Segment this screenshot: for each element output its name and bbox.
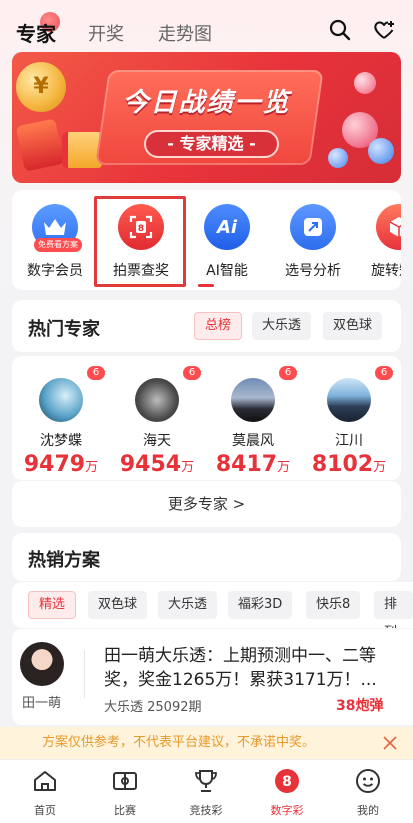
divider: [84, 650, 85, 698]
func-label: 数字会员: [27, 263, 83, 279]
highlight-box: [94, 196, 186, 287]
close-icon[interactable]: [382, 735, 398, 751]
avatar: 6: [327, 366, 393, 422]
section-title: 热门专家: [28, 319, 100, 340]
nav-label: 比赛: [114, 804, 136, 817]
ai-icon: Ai: [204, 204, 250, 250]
svg-text:8: 8: [282, 774, 292, 790]
banner-subtitle: - 专家精选 -: [144, 130, 279, 158]
level-badge: 6: [279, 366, 297, 380]
tab-experts[interactable]: 专家: [16, 18, 56, 47]
func-label: 选号分析: [285, 263, 341, 279]
expert-winnings: 8102万: [304, 452, 394, 477]
nav-label: 我的: [357, 804, 379, 817]
expert-value: 9454: [119, 452, 182, 477]
red-envelope-icon: [15, 118, 65, 172]
func-digital-member[interactable]: 免费看方案 数字会员: [12, 204, 98, 280]
level-badge: 6: [183, 366, 201, 380]
expert-name: 莫晨风: [232, 433, 274, 449]
filter-overall[interactable]: 总榜: [194, 312, 243, 340]
expert-value: 8102: [311, 452, 374, 477]
cube-icon: [376, 204, 401, 250]
expert-unit: 万: [277, 460, 291, 475]
filter-featured[interactable]: 精选: [28, 591, 77, 619]
promo-banner[interactable]: ¥ 今日战绩一览 - 专家精选 -: [12, 52, 401, 183]
scroll-indicator: [198, 284, 214, 287]
avatar: 6: [231, 366, 297, 422]
expert-card[interactable]: 6 莫晨风 8417万: [208, 366, 298, 477]
expert-unit: 万: [85, 460, 99, 475]
expert-card[interactable]: 6 江川 8102万: [304, 366, 394, 477]
heart-plus-icon[interactable]: [372, 18, 396, 42]
tab-draw-results[interactable]: 开奖: [88, 20, 124, 46]
more-experts-button[interactable]: 更多专家 >: [12, 481, 401, 527]
expert-name: 沈梦蝶: [40, 433, 82, 449]
plan-meta: 大乐透 25092期: [104, 700, 202, 715]
select-number-icon: [290, 204, 336, 250]
plan-filter-row: 精选 双色球 大乐透 福彩3D 快乐8 排列: [12, 582, 413, 628]
disclaimer-notice: 方案仅供参考，不代表平台建议，不承诺中奖。: [0, 727, 413, 759]
free-plan-badge: 免费看方案: [34, 238, 82, 252]
level-badge: 6: [375, 366, 393, 380]
level-badge: 6: [87, 366, 105, 380]
tab-trend-chart[interactable]: 走势图: [158, 20, 212, 46]
filter-happy-8[interactable]: 快乐8: [306, 591, 361, 619]
avatar: 6: [39, 366, 105, 422]
lottery-ball-icon: [328, 148, 348, 168]
func-label: 旋转矩阵: [371, 263, 401, 279]
avatar: [20, 642, 64, 686]
hot-plans-header: 热销方案: [12, 533, 401, 581]
expert-value: 8417: [215, 452, 278, 477]
filter-pailie[interactable]: 排列: [374, 591, 413, 628]
expert-winnings: 8417万: [208, 452, 298, 477]
filter-double-color-ball[interactable]: 双色球: [88, 591, 148, 619]
banner-title: 今日战绩一览: [122, 88, 291, 118]
hot-experts-list: 6 沈梦蝶 9479万 6 海天 9454万 6 莫晨风 8417万 6 江川 …: [12, 356, 401, 480]
notice-text: 方案仅供参考，不代表平台建议，不承诺中奖。: [42, 735, 316, 750]
top-nav: 专家 开奖 走势图: [0, 0, 413, 56]
expert-name: 海天: [143, 433, 171, 449]
expert-unit: 万: [181, 460, 195, 475]
filter-super-lotto[interactable]: 大乐透: [252, 312, 312, 340]
trophy-icon: [195, 770, 217, 792]
plan-title[interactable]: 田一萌大乐透：上期预测中一、二等奖，奖金1265万！累获3171万！...: [104, 644, 392, 692]
expert-card[interactable]: 6 海天 9454万: [112, 366, 202, 477]
filter-double-color-ball[interactable]: 双色球: [323, 312, 383, 340]
home-icon: [34, 771, 56, 791]
expert-winnings: 9479万: [16, 452, 106, 477]
lottery-ball-icon: [354, 72, 376, 94]
nav-sports-lottery[interactable]: 竞技彩: [171, 768, 241, 818]
func-ai[interactable]: Ai AI智能: [184, 204, 270, 280]
func-number-analysis[interactable]: 选号分析: [270, 204, 356, 280]
bottom-nav: 首页 比赛 竞技彩 8 数字彩 我的: [0, 759, 413, 823]
plan-price: 38炮弹: [336, 698, 384, 714]
section-title: 热销方案: [28, 550, 100, 571]
expert-winnings: 9454万: [112, 452, 202, 477]
plan-author: 田一萌: [22, 696, 62, 711]
expert-unit: 万: [373, 460, 387, 475]
nav-digital-lottery[interactable]: 8 数字彩: [252, 768, 322, 818]
nav-label: 数字彩: [270, 804, 304, 817]
match-icon: [113, 772, 137, 790]
search-icon[interactable]: [328, 18, 352, 42]
lottery-8-icon: 8: [275, 769, 299, 793]
filter-super-lotto[interactable]: 大乐透: [158, 591, 218, 619]
nav-profile[interactable]: 我的: [333, 768, 403, 818]
avatar: 6: [135, 366, 201, 422]
func-label: AI智能: [206, 263, 248, 279]
lottery-ball-icon: [368, 138, 394, 164]
nav-label: 首页: [34, 804, 56, 817]
hot-experts-header: 热门专家 总榜 大乐透 双色球: [12, 300, 401, 352]
nav-home[interactable]: 首页: [10, 768, 80, 818]
nav-match[interactable]: 比赛: [90, 768, 160, 818]
func-rotation-matrix[interactable]: 旋转矩阵: [356, 204, 401, 280]
quick-function-row: 免费看方案 数字会员 8 拍票查奖 Ai AI智能 选号分析 旋转矩阵: [12, 190, 401, 290]
expert-value: 9479: [23, 452, 86, 477]
gift-box-icon: [62, 132, 102, 168]
nav-label: 竞技彩: [189, 804, 223, 817]
filter-fucai-3d[interactable]: 福彩3D: [228, 591, 293, 619]
expert-card[interactable]: 6 沈梦蝶 9479万: [16, 366, 106, 477]
profile-icon: [356, 769, 380, 793]
expert-name: 江川: [335, 433, 363, 449]
